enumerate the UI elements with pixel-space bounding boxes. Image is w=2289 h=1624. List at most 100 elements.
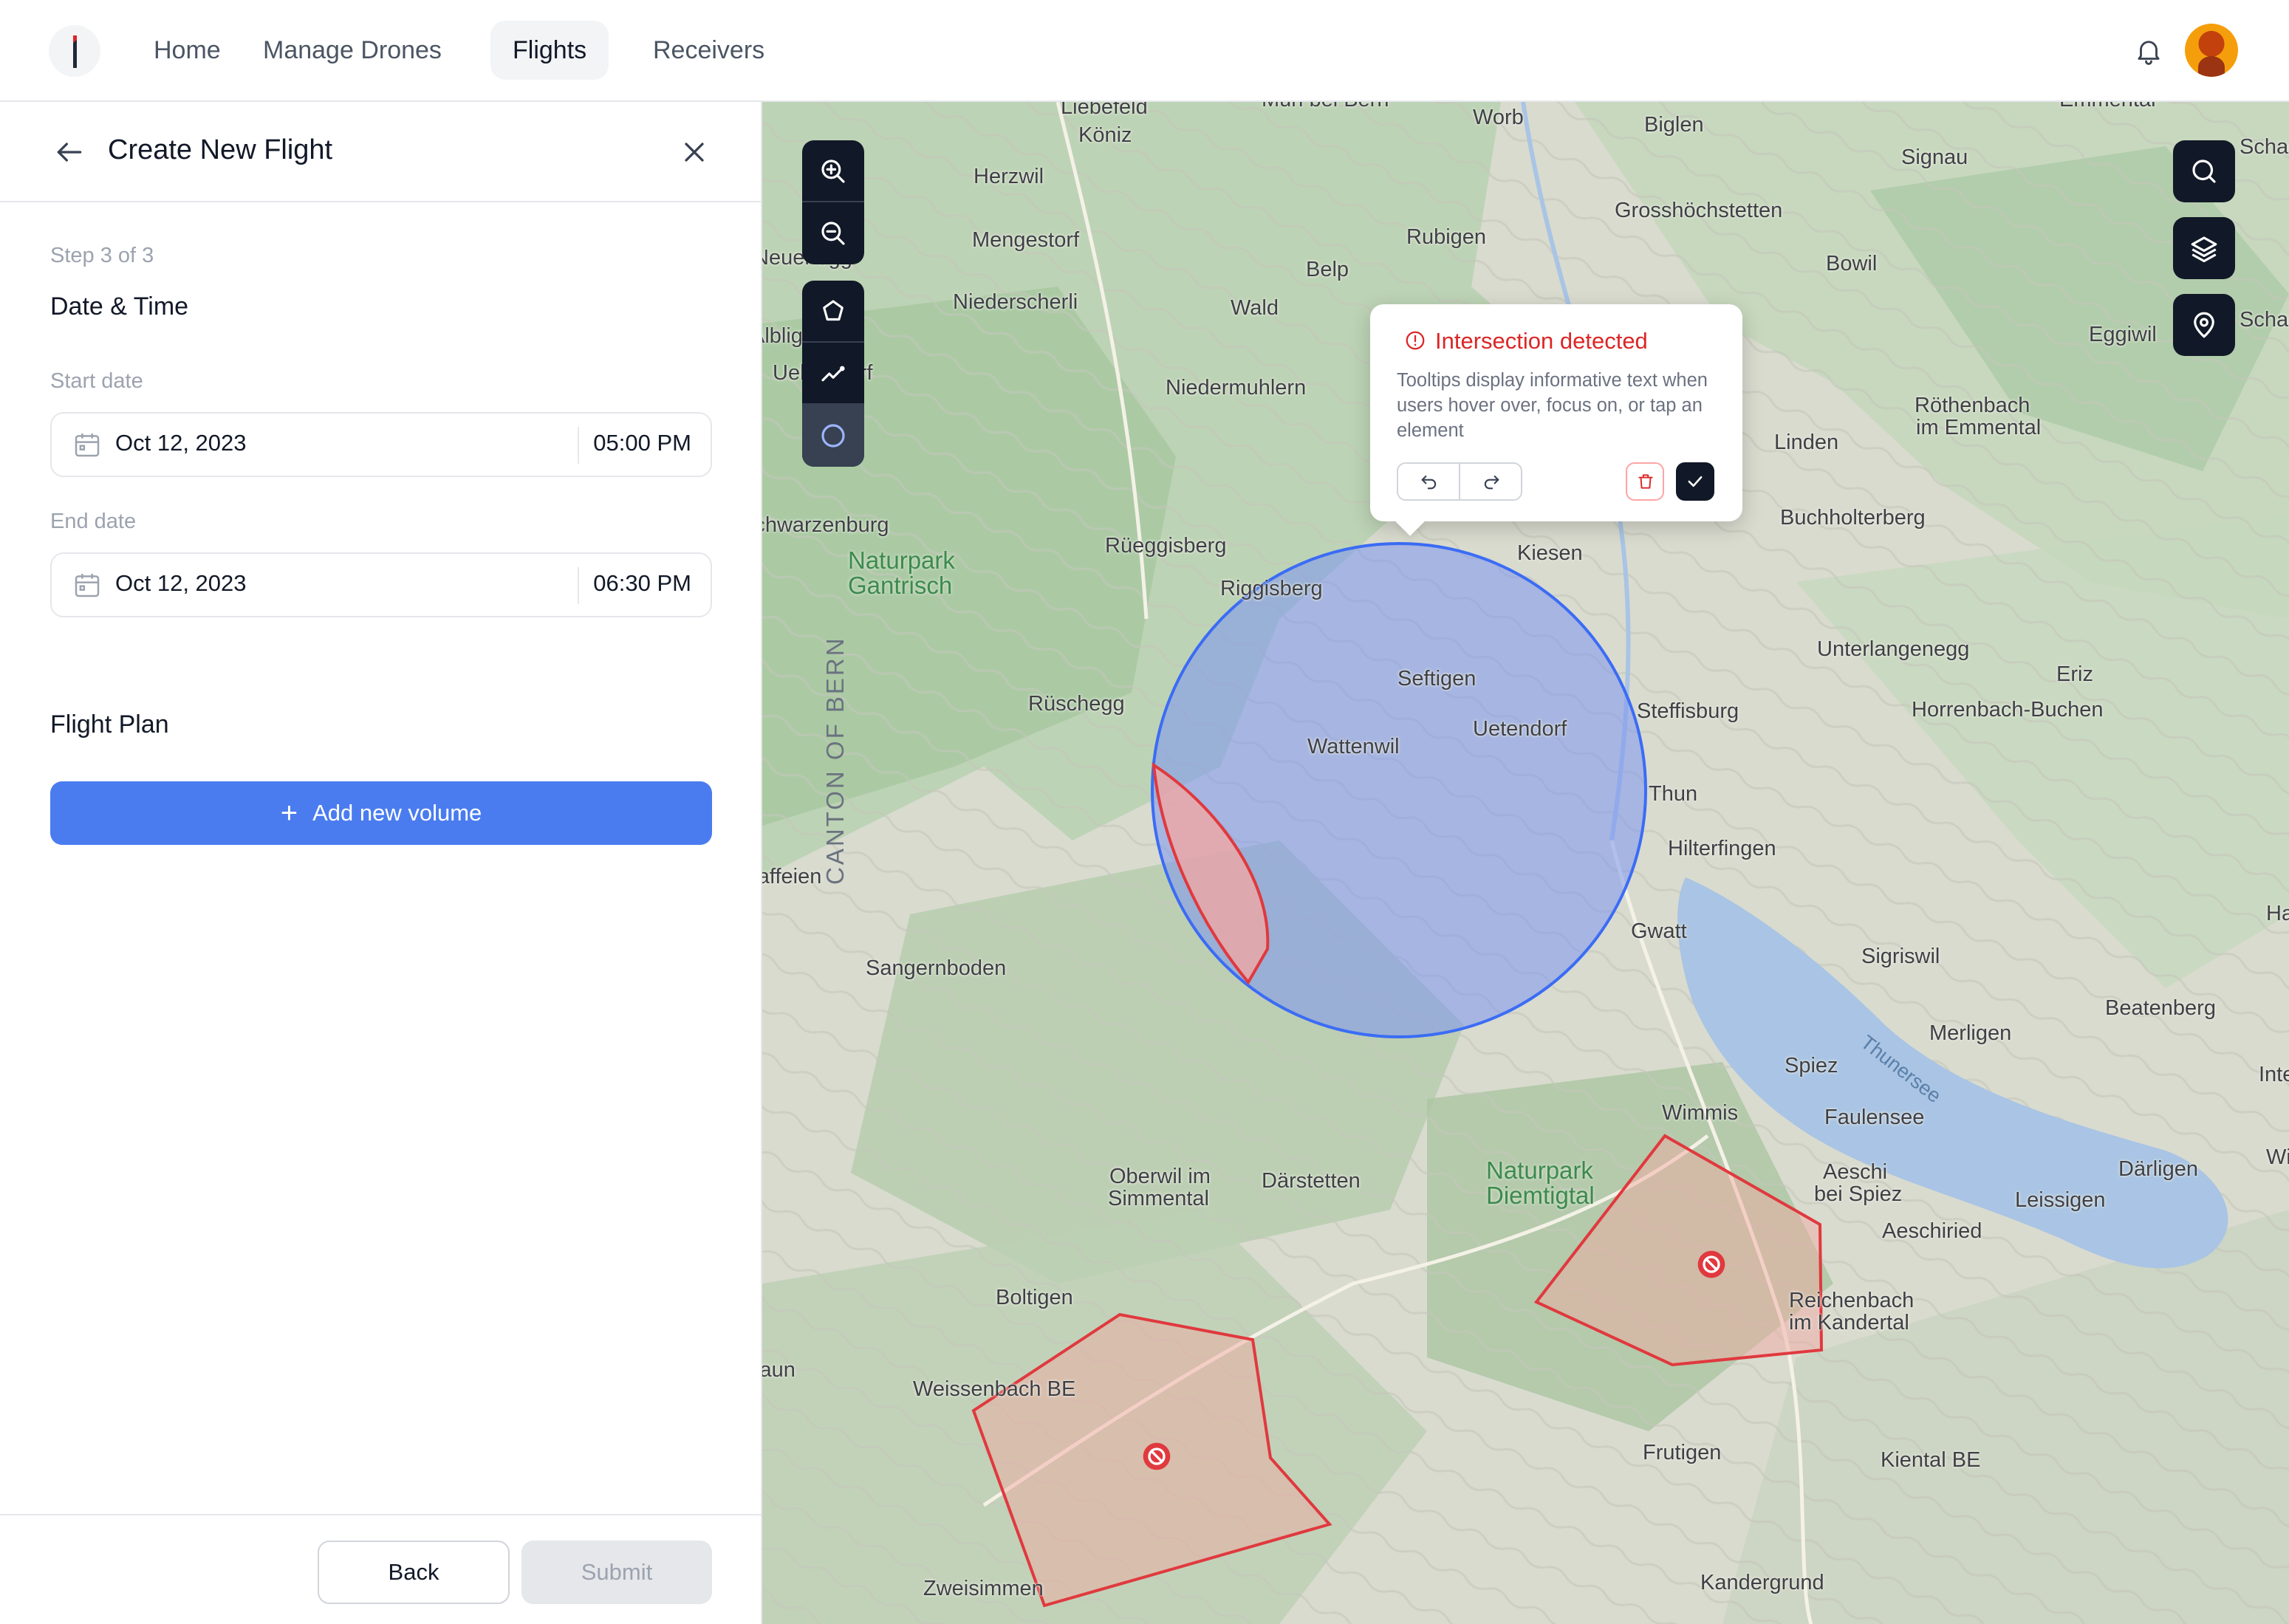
place-label: Muri bei Bern [1262,102,1389,111]
end-date-value: Oct 12, 2023 [115,570,247,596]
zoom-in-button[interactable] [802,140,864,202]
place-label: Zweisimmen [923,1577,1044,1600]
nav-home[interactable]: Home [131,21,243,80]
close-icon[interactable] [678,136,711,168]
place-label: Riggisberg [1220,577,1323,600]
panel-footer: Back Submit [0,1514,762,1624]
field-divider [578,427,579,464]
place-label: Leissigen [2015,1188,2106,1212]
place-label: Kiesen [1517,541,1583,565]
place-label: Uetendorf [1473,717,1567,741]
redo-button[interactable] [1460,464,1522,499]
section-flight-plan: Flight Plan [50,710,169,739]
place-label: Därligen [2118,1157,2198,1181]
submit-button[interactable]: Submit [521,1541,712,1604]
park-label: Naturpark Gantrisch [848,548,955,598]
place-label: Rubigen [1406,225,1487,249]
place-label: Belp [1306,258,1349,281]
step-indicator: Step 3 of 3 [50,244,154,267]
no-fly-zone-icon[interactable] [1697,1250,1726,1279]
confirm-volume-button[interactable] [1676,462,1714,501]
place-label: im Emmental [1916,416,2042,439]
place-label: Sigriswil [1861,945,1940,968]
app-logo-icon[interactable] [49,25,100,77]
tooltip-title: Intersection detected [1435,328,1648,354]
trash-icon [1638,474,1653,489]
add-volume-label: Add new volume [312,800,482,826]
place-label: Niederscherli [953,290,1078,314]
place-label: Schangnau [2240,308,2289,332]
place-label: Mengestorf [972,228,1080,252]
start-date-field[interactable]: Oct 12, 2023 05:00 PM [50,412,712,477]
place-label: Worb [1473,106,1524,129]
end-date-label: End date [50,510,137,533]
zoom-out-button[interactable] [802,202,864,264]
layers-icon [2191,236,2217,263]
place-label: Wald [1231,296,1279,320]
park-name-line: Diemtigtal [1486,1182,1595,1209]
map-layers-button[interactable] [2173,217,2235,279]
place-label: im Kandertal [1789,1311,1909,1335]
calendar-icon [72,430,102,459]
place-label: Emmental [2059,102,2156,111]
nav-flights[interactable]: Flights [490,21,609,80]
end-time-value[interactable]: 06:30 PM [593,570,691,597]
place-label: Plaffeien [762,865,822,888]
place-label: Eggiwil [2089,323,2157,346]
bell-icon[interactable] [2133,35,2164,66]
tooltip-body: Tooltips display informative text when u… [1397,370,1708,441]
place-label: Merligen [1929,1021,2012,1045]
place-label: Frutigen [1643,1441,1722,1464]
place-label: Seftigen [1397,667,1477,691]
place-label: Wattenwil [1307,735,1400,758]
place-label: Wilderswil [2266,1145,2289,1169]
create-flight-panel: Create New Flight Step 3 of 3 Date & Tim… [0,102,762,1624]
place-label: Herzwil [974,165,1044,188]
place-label: Beatenberg [2105,996,2216,1020]
place-label: Bowil [1826,252,1878,275]
start-time-value[interactable]: 05:00 PM [593,430,691,456]
zoom-controls [802,140,864,264]
back-button[interactable]: Back [318,1541,510,1604]
place-label: Aeschiried [1882,1219,1982,1243]
redo-icon [1484,475,1499,490]
polygon-tool-button[interactable] [802,281,864,343]
place-label: Boltigen [996,1286,1073,1309]
intersection-tooltip: Intersection detected Tooltips display i… [1370,304,1742,521]
place-label: Köniz [1078,123,1132,147]
draw-tools [802,281,864,467]
check-icon [1688,476,1703,487]
search-icon [2192,160,2216,183]
delete-volume-button[interactable] [1626,462,1664,501]
no-fly-zone-icon[interactable] [1142,1442,1171,1471]
park-label: Naturpark Diemtigtal [1486,1158,1595,1208]
end-date-field[interactable]: Oct 12, 2023 06:30 PM [50,552,712,617]
place-label: bei Spiez [1814,1182,1903,1206]
nav-receivers[interactable]: Receivers [631,21,787,80]
place-label: Sangernboden [866,956,1007,980]
path-tool-icon [821,366,845,382]
place-label: Kandergrund [1700,1571,1824,1594]
calendar-icon [72,570,102,600]
start-date-value: Oct 12, 2023 [115,430,247,456]
undo-button[interactable] [1398,464,1460,499]
place-label: Biglen [1644,113,1704,137]
circle-tool-button[interactable] [802,405,864,467]
place-label: Gwatt [1631,919,1687,943]
place-label: Rüeggisberg [1105,534,1227,558]
back-arrow-icon[interactable] [53,136,86,168]
start-date-label: Start date [50,369,143,393]
place-label: Rüschegg [1028,692,1125,716]
nav-manage-drones[interactable]: Manage Drones [241,21,464,80]
circle-tool-icon [821,424,845,448]
map-location-button[interactable] [2173,294,2235,356]
place-label: Spiez [1785,1054,1838,1077]
map-view[interactable]: Liebefeld Köniz Muri bei Bern Worb Bigle… [762,102,2289,1624]
add-volume-button[interactable]: + Add new volume [50,781,712,845]
user-avatar[interactable] [2185,24,2238,77]
path-tool-button[interactable] [802,343,864,405]
panel-header: Create New Flight [0,102,762,202]
map-search-button[interactable] [2173,140,2235,202]
place-label: Aeschi [1823,1160,1888,1184]
place-label: Signau [1901,145,1968,169]
